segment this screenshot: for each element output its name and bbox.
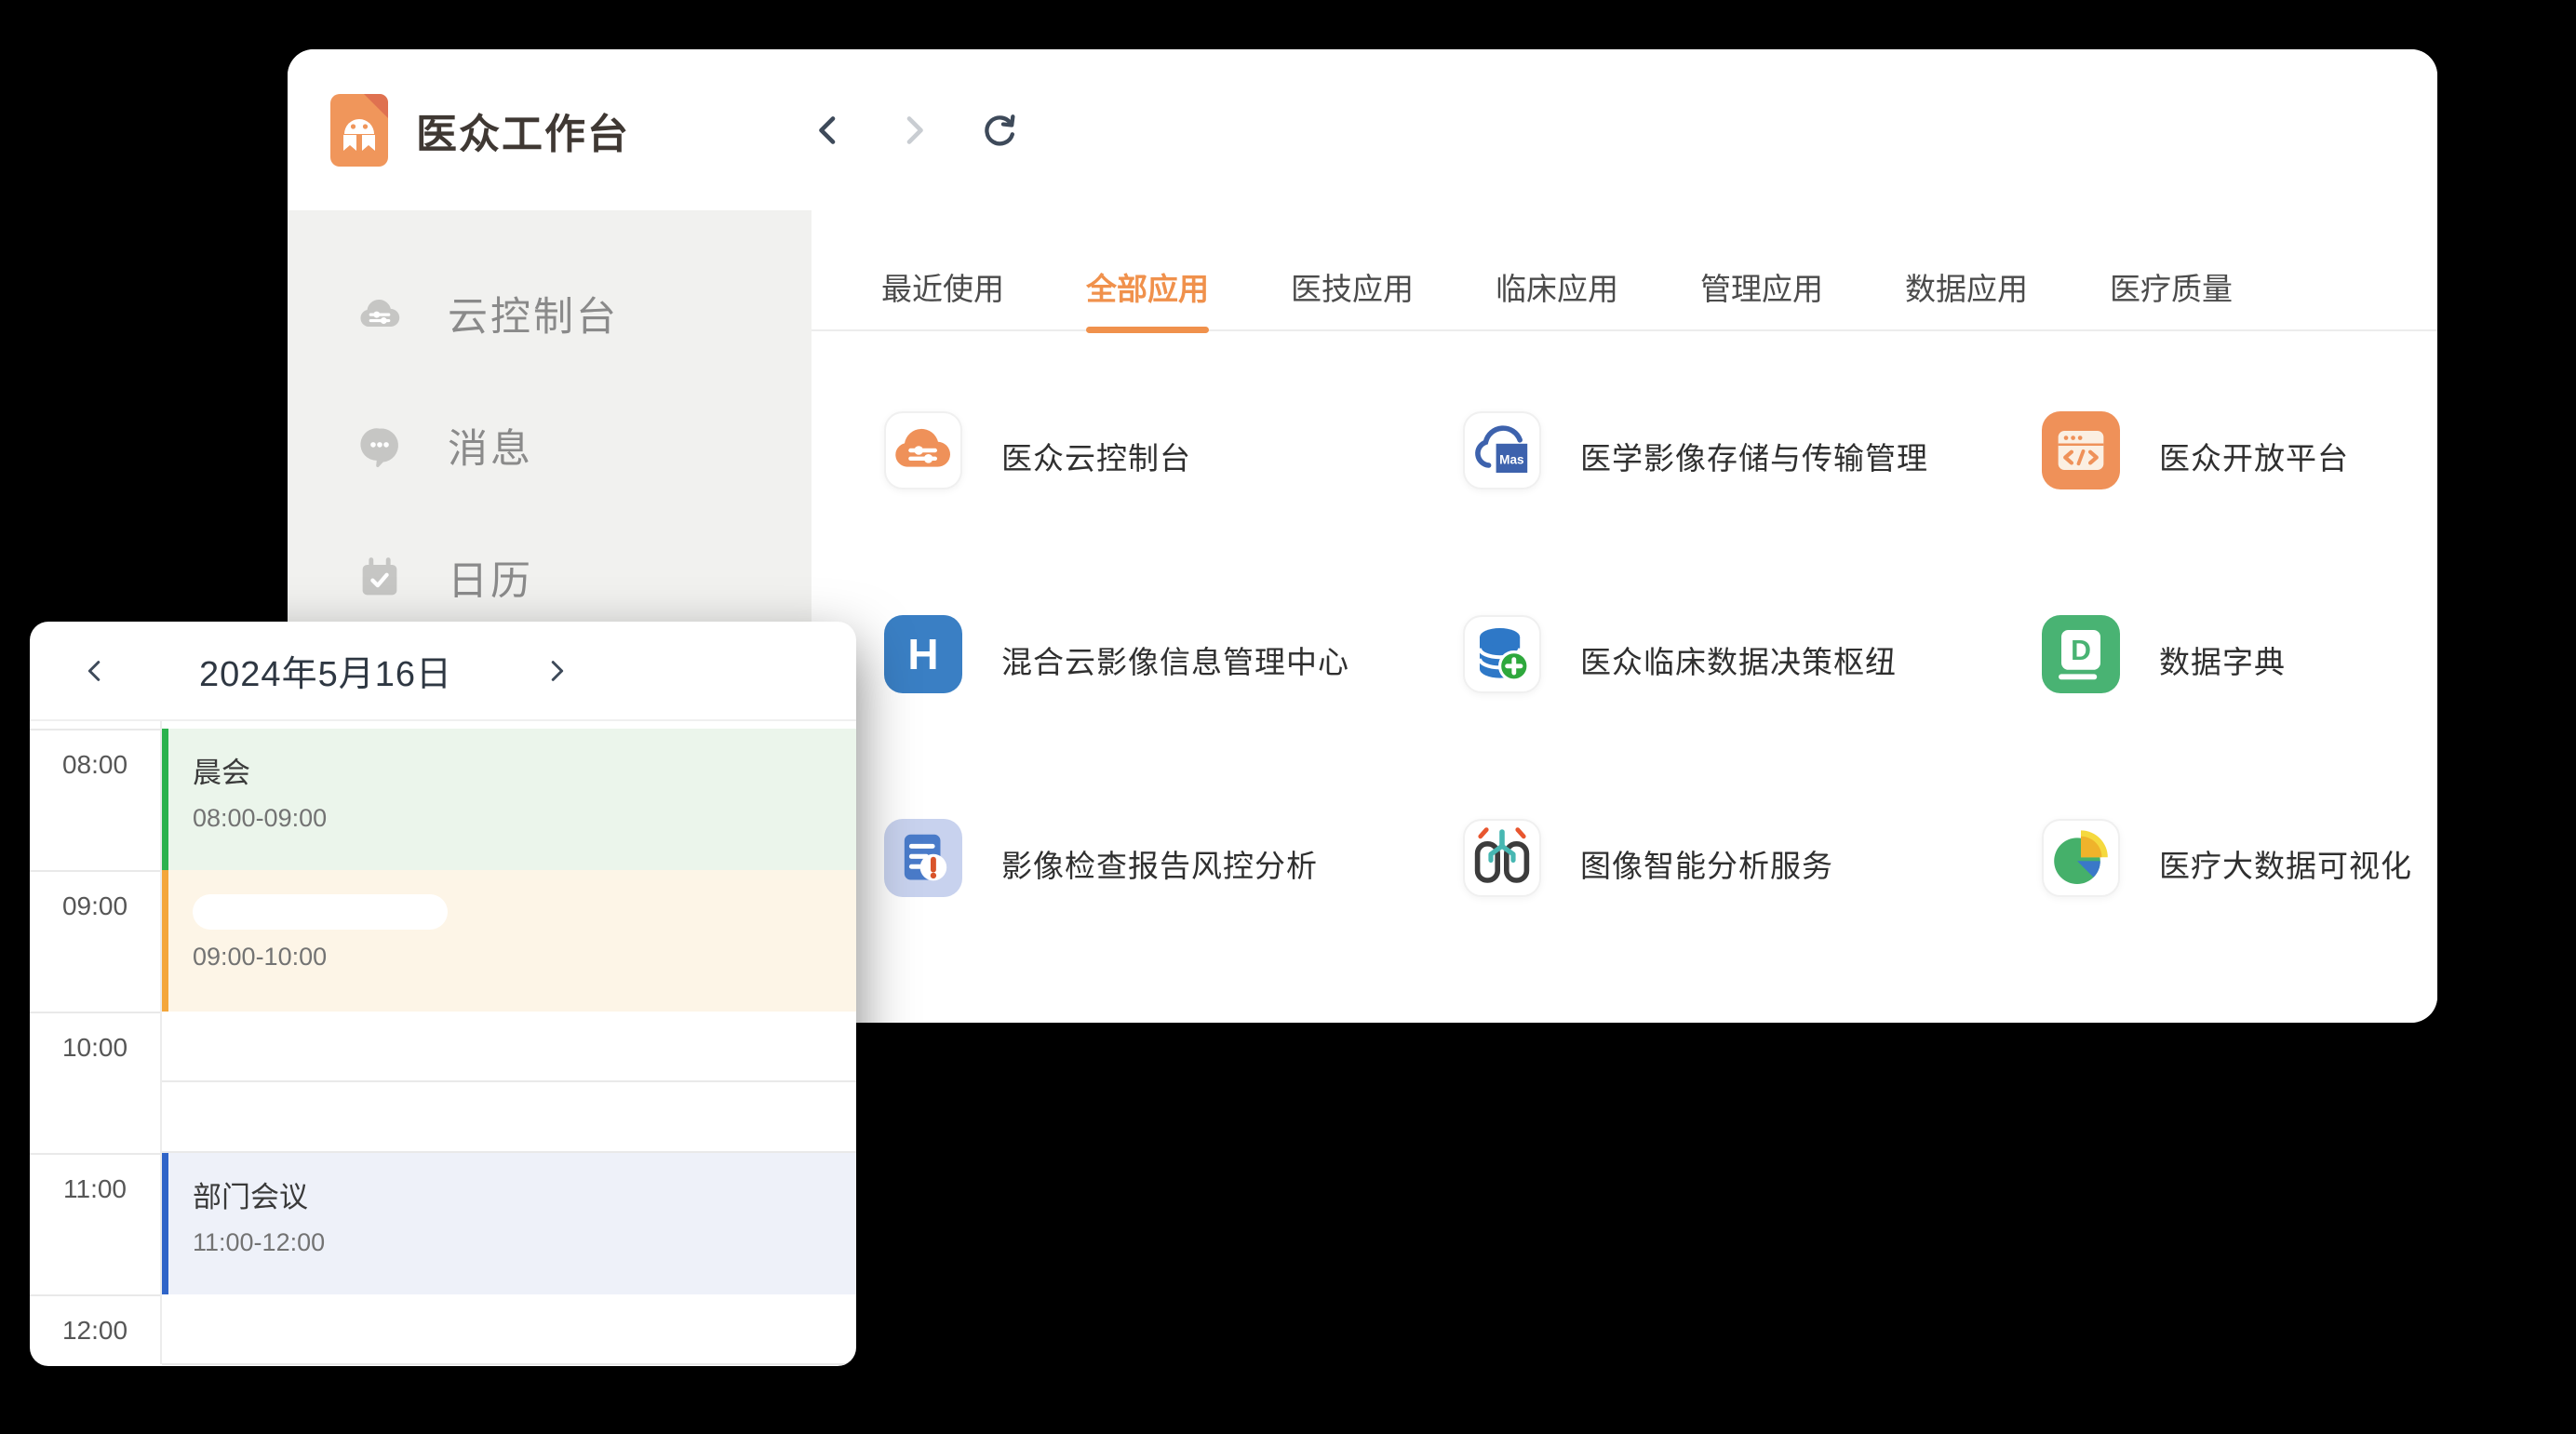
sidebar-item-label: 消息 [448,417,533,475]
back-button[interactable] [807,109,850,152]
app-label: 医众云控制台 [1001,434,1191,478]
time-label: 11:00 [30,1155,160,1224]
app-label: 图像智能分析服务 [1580,841,1833,886]
lungs-icon [1463,819,1541,897]
sidebar-item-label: 云控制台 [448,285,619,342]
calendar-event-morning-meeting[interactable]: 晨会 08:00-09:00 [162,729,856,870]
calendar-date-title: 2024年5月16日 [199,645,452,696]
cloud-settings-icon [355,288,405,339]
cloud-console-icon [884,411,962,489]
app-logo-icon [330,94,388,167]
screen: 医众工作台 [0,0,2576,1434]
svg-text:Mas: Mas [1499,452,1523,466]
tab-medtech-apps[interactable]: 医技应用 [1291,264,1414,329]
app-imaging-storage[interactable]: Mas 医学影像存储与传输管理 [1463,411,2042,615]
calendar-grid: 晨会 08:00-09:00 09:00-10:00 部门会议 11:00-12… [162,729,856,1366]
time-label: 10:00 [30,1013,160,1082]
content-area: 最近使用 全部应用 医技应用 临床应用 管理应用 数据应用 医疗质量 [812,210,2437,1023]
forward-button[interactable] [892,109,935,152]
event-title-redacted-pill [193,894,448,930]
calendar-prev-day-button[interactable] [74,650,115,691]
tab-all-apps[interactable]: 全部应用 [1086,264,1209,329]
calendar-event-redacted[interactable]: 09:00-10:00 [162,870,856,1012]
calendar-event-department-meeting[interactable]: 部门会议 11:00-12:00 [162,1153,856,1294]
event-time: 11:00-12:00 [193,1228,856,1257]
sidebar-item-cloud-console[interactable]: 云控制台 [288,248,812,380]
pie-chart-icon [2042,819,2120,897]
time-label: 09:00 [30,872,160,941]
code-window-icon [2042,411,2120,489]
calendar-body: 08:00 09:00 10:00 11:00 12:00 晨会 08:00-0… [30,721,856,1364]
sidebar-item-messages[interactable]: 消息 [288,380,812,512]
app-clinical-data-hub[interactable]: 医众临床数据决策枢纽 [1463,615,2042,819]
app-hybrid-cloud-center[interactable]: H 混合云影像信息管理中心 [884,615,1463,819]
time-label: 08:00 [30,730,160,799]
chevron-left-icon [81,657,109,685]
tab-clinical-apps[interactable]: 临床应用 [1496,264,1618,329]
svg-text:D: D [2071,636,2091,666]
time-label: 12:00 [30,1296,160,1365]
app-label: 影像检查报告风控分析 [1001,841,1318,886]
tab-recent[interactable]: 最近使用 [881,264,1004,329]
calendar-time-gutter: 08:00 09:00 10:00 11:00 12:00 [30,721,160,1364]
event-time: 08:00-09:00 [193,804,856,833]
app-big-data-visualization[interactable]: 医疗大数据可视化 [2042,819,2437,1023]
window-header: 医众工作台 [288,49,2437,210]
database-plus-icon [1463,615,1541,693]
dictionary-book-icon: D [2042,615,2120,693]
calendar-icon [355,553,405,603]
letter-h-icon: H [884,615,962,693]
calendar-events-column: 晨会 08:00-09:00 09:00-10:00 部门会议 11:00-12… [160,721,856,1364]
app-label: 医疗大数据可视化 [2159,841,2412,886]
mas-cloud-icon: Mas [1463,411,1541,489]
calendar-panel: 2024年5月16日 08:00 09:00 10:00 11:00 12:00 [30,622,856,1366]
app-label: 医众开放平台 [2159,434,2349,478]
report-alert-icon [884,819,962,897]
window-title: 医众工作台 [416,101,630,160]
app-label: 数据字典 [2159,637,2286,682]
chevron-right-icon [543,657,570,685]
tab-medical-quality[interactable]: 医疗质量 [2110,264,2233,329]
message-icon [355,421,405,471]
event-title: 晨会 [193,749,856,791]
app-image-ai-analysis[interactable]: 图像智能分析服务 [1463,819,2042,1023]
app-label: 混合云影像信息管理中心 [1001,637,1349,682]
event-title: 部门会议 [193,1173,856,1215]
chevron-left-icon [810,112,847,149]
calendar-header: 2024年5月16日 [30,622,856,721]
sidebar-item-label: 日历 [448,549,533,607]
event-time: 09:00-10:00 [193,943,856,972]
tab-bar: 最近使用 全部应用 医技应用 临床应用 管理应用 数据应用 医疗质量 [812,210,2437,331]
app-label: 医学影像存储与传输管理 [1580,434,1928,478]
app-cloud-console[interactable]: 医众云控制台 [884,411,1463,615]
nav-controls [807,109,1021,152]
refresh-button[interactable] [978,109,1021,152]
app-report-risk-analysis[interactable]: 影像检查报告风控分析 [884,819,1463,1023]
app-label: 医众临床数据决策枢纽 [1580,637,1897,682]
app-grid: 医众云控制台 Mas 医学影像存储与传输管理 [812,331,2437,1023]
refresh-icon [981,112,1018,149]
chevron-right-icon [895,112,932,149]
app-open-platform[interactable]: 医众开放平台 [2042,411,2437,615]
tab-management-apps[interactable]: 管理应用 [1700,264,1823,329]
tab-data-apps[interactable]: 数据应用 [1905,264,2028,329]
calendar-next-day-button[interactable] [536,650,577,691]
app-data-dictionary[interactable]: D 数据字典 [2042,615,2437,819]
